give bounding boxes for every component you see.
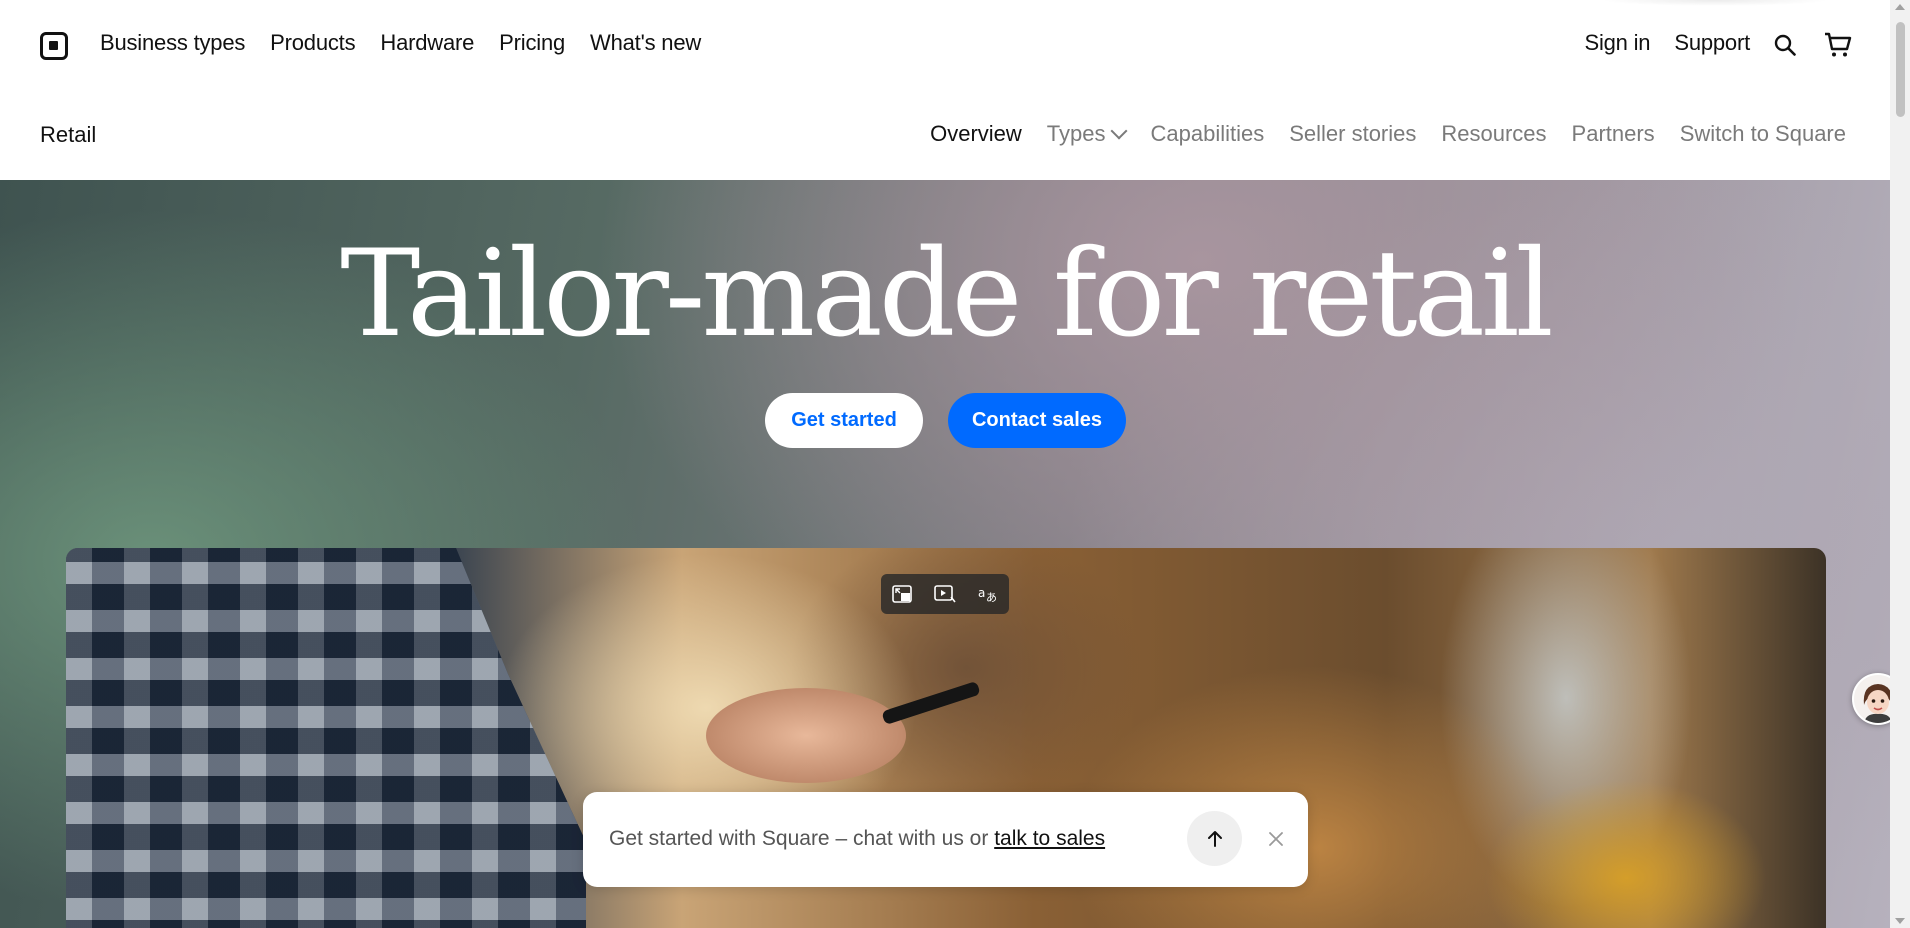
chat-prompt-label: Get started with Square – chat with us o… <box>609 827 995 850</box>
translate-icon[interactable]: aあ <box>974 580 1002 608</box>
tab-overview[interactable]: Overview <box>930 121 1022 147</box>
tab-switch-to-square[interactable]: Switch to Square <box>1680 121 1846 147</box>
main-nav-links: Business types Products Hardware Pricing… <box>100 30 701 56</box>
page-scrollbar[interactable] <box>1890 0 1910 928</box>
tab-partners[interactable]: Partners <box>1572 121 1655 147</box>
tab-types[interactable]: Types <box>1046 121 1128 147</box>
hero-title: Tailor-made for retail <box>340 225 1554 364</box>
video-hand <box>706 688 906 783</box>
section-nav-links: Overview Types Capabilities Seller stori… <box>930 121 1846 147</box>
talk-to-sales-link[interactable]: talk to sales <box>994 827 1105 850</box>
support-link[interactable]: Support <box>1674 30 1750 56</box>
nav-products[interactable]: Products <box>270 30 355 56</box>
send-button[interactable] <box>1187 811 1242 866</box>
tab-seller-stories[interactable]: Seller stories <box>1289 121 1416 147</box>
square-logo[interactable] <box>40 32 68 60</box>
account-links: Sign in Support <box>1584 30 1750 56</box>
arrow-up-icon <box>1207 830 1222 847</box>
chat-prompt-text[interactable]: Get started with Square – chat with us o… <box>609 827 1105 851</box>
video-phone <box>881 680 981 726</box>
tab-capabilities[interactable]: Capabilities <box>1150 121 1264 147</box>
chevron-down-icon <box>1110 122 1128 140</box>
chat-prompt-bar: Get started with Square – chat with us o… <box>583 792 1308 887</box>
video-effects-icon[interactable] <box>931 580 959 608</box>
header-shadow <box>1600 0 1830 6</box>
scroll-down-arrow-icon[interactable] <box>1895 918 1905 924</box>
nav-business-types[interactable]: Business types <box>100 30 245 56</box>
tab-types-label: Types <box>1046 121 1106 146</box>
video-toolbar: aあ <box>881 574 1009 614</box>
sign-in-link[interactable]: Sign in <box>1584 30 1650 56</box>
nav-whats-new[interactable]: What's new <box>590 30 701 56</box>
svg-text:a: a <box>978 586 985 600</box>
contact-sales-button[interactable]: Contact sales <box>948 393 1126 448</box>
picture-in-picture-icon[interactable] <box>888 580 916 608</box>
video-person-shirt <box>66 548 586 928</box>
section-title[interactable]: Retail <box>40 122 96 148</box>
top-navigation: Business types Products Hardware Pricing… <box>0 0 1890 90</box>
svg-text:あ: あ <box>986 591 997 603</box>
nav-hardware[interactable]: Hardware <box>380 30 474 56</box>
scroll-up-arrow-icon[interactable] <box>1895 4 1905 10</box>
tab-resources[interactable]: Resources <box>1441 121 1546 147</box>
nav-pricing[interactable]: Pricing <box>499 30 565 56</box>
close-icon <box>1269 832 1283 846</box>
scrollbar-thumb[interactable] <box>1896 22 1905 117</box>
cart-icon[interactable] <box>1824 32 1852 58</box>
search-icon[interactable] <box>1774 34 1796 56</box>
close-chat-button[interactable] <box>1259 822 1293 856</box>
get-started-button[interactable]: Get started <box>765 393 923 448</box>
